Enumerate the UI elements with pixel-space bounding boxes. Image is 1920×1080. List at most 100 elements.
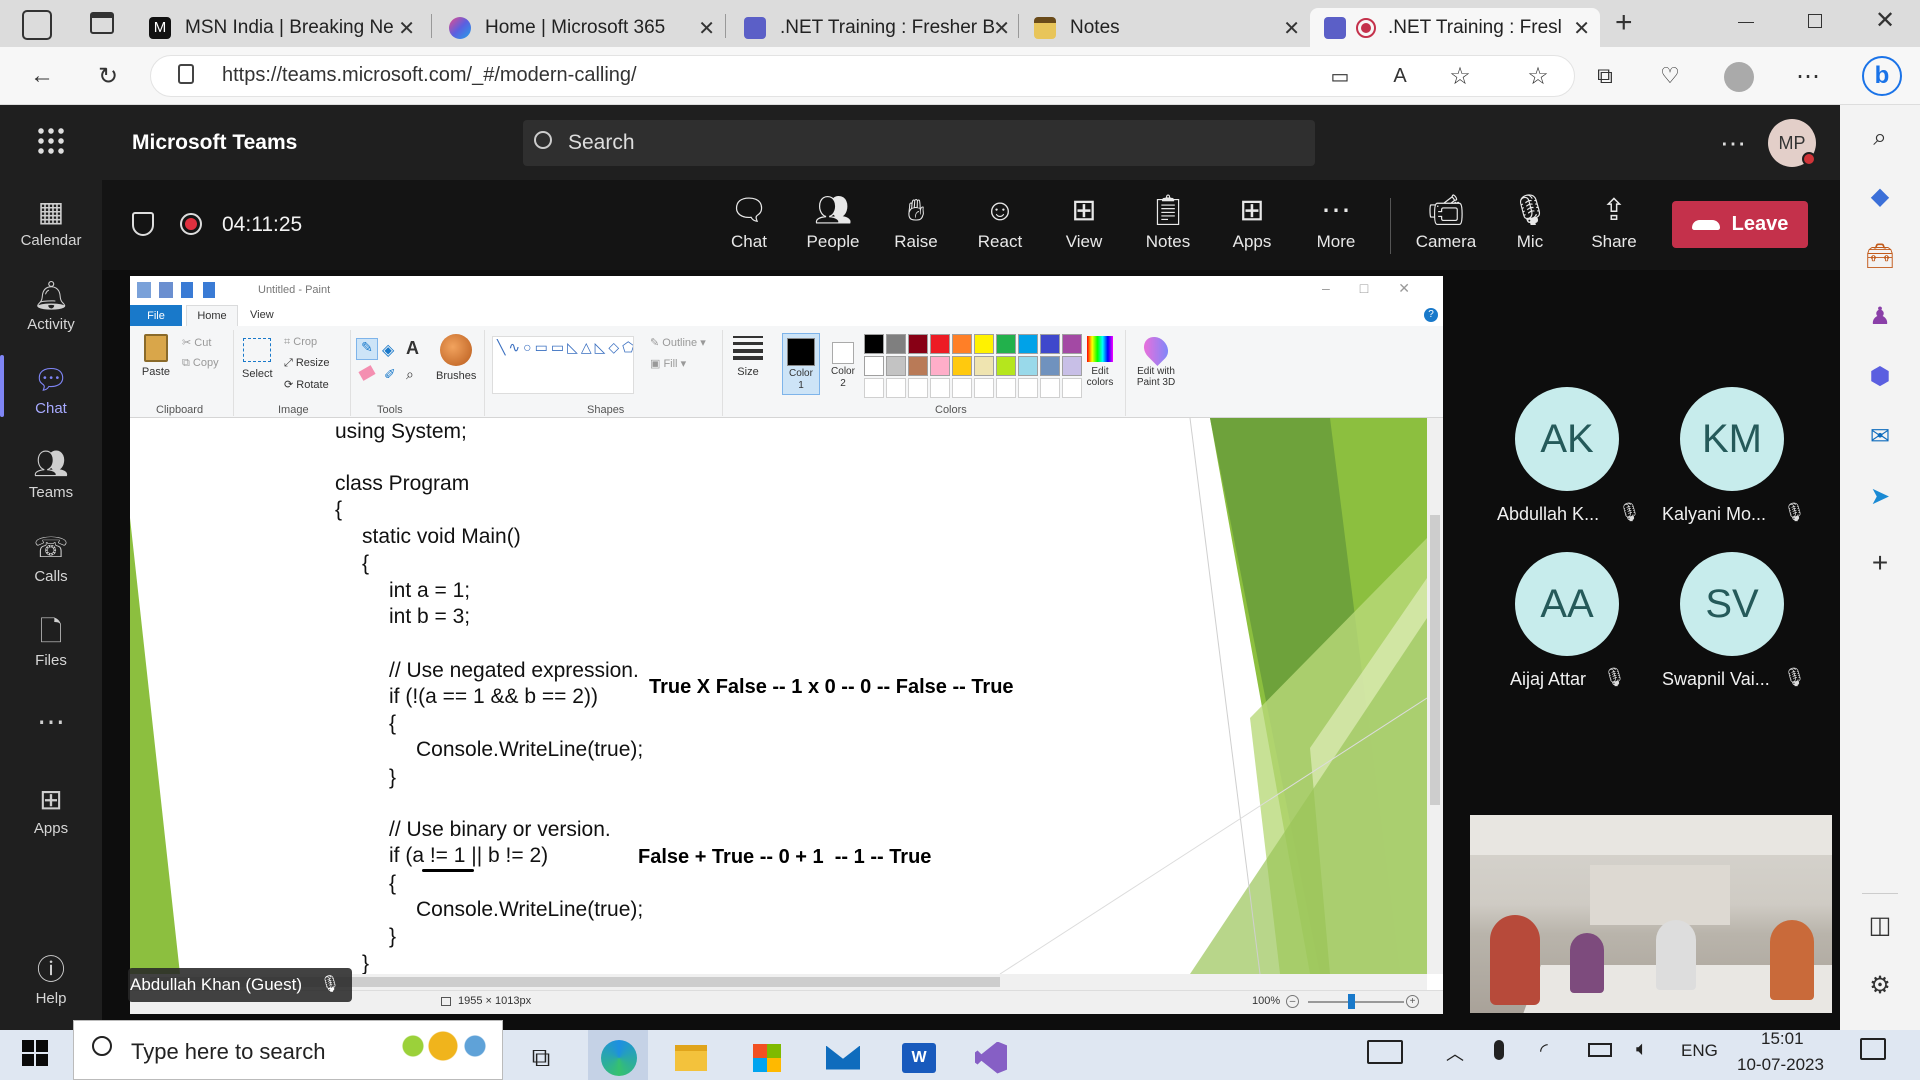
- pencil-icon[interactable]: ✎: [356, 338, 378, 360]
- rail-item-calls[interactable]: ☏ Calls: [0, 516, 102, 600]
- color-swatch[interactable]: [1062, 334, 1082, 354]
- camera-blocked-icon[interactable]: ▭: [1320, 56, 1360, 96]
- edit-colors-button[interactable]: Edit colors: [1082, 336, 1118, 388]
- color-picker-icon[interactable]: ✐: [384, 366, 396, 383]
- empty-swatch[interactable]: [1018, 378, 1038, 398]
- color-swatch[interactable]: [952, 356, 972, 376]
- shopping-tag-icon[interactable]: ◆: [1860, 176, 1900, 216]
- workspaces-icon[interactable]: [22, 10, 52, 40]
- clock-date[interactable]: 10-07-2023: [1737, 1055, 1824, 1075]
- people-button[interactable]: 👥︎ People: [793, 190, 873, 270]
- new-tab-icon[interactable]: +: [1615, 6, 1633, 40]
- rail-item-chat[interactable]: 💬︎ Chat: [0, 348, 102, 432]
- close-icon[interactable]: ✕: [1573, 16, 1590, 41]
- empty-swatch[interactable]: [886, 378, 906, 398]
- more-button[interactable]: ⋯ More: [1296, 190, 1376, 270]
- rotate-button[interactable]: ⟳ Rotate: [284, 378, 329, 391]
- rail-item-help[interactable]: ⓘ Help: [0, 938, 102, 1022]
- paint-view-tab[interactable]: View: [250, 309, 274, 321]
- m365-icon[interactable]: ⬢: [1860, 356, 1900, 396]
- empty-swatch[interactable]: [908, 378, 928, 398]
- avatar[interactable]: SV: [1680, 552, 1784, 656]
- cut-button[interactable]: ✂ Cut: [182, 336, 211, 349]
- search-icon[interactable]: ⌕: [1860, 118, 1900, 158]
- paste-button[interactable]: Paste: [141, 334, 171, 384]
- color-swatch[interactable]: [996, 356, 1016, 376]
- color-swatch[interactable]: [974, 334, 994, 354]
- paint3d-button[interactable]: Edit with Paint 3D: [1130, 332, 1182, 388]
- color-swatch[interactable]: [1018, 356, 1038, 376]
- color-swatch[interactable]: [930, 334, 950, 354]
- empty-swatch[interactable]: [1040, 378, 1060, 398]
- mic-button[interactable]: 🎙︎ Mic: [1490, 190, 1570, 270]
- color-swatch[interactable]: [864, 356, 884, 376]
- zoom-in-icon[interactable]: +: [1406, 995, 1419, 1008]
- raise-hand-button[interactable]: ✋︎ Raise: [876, 190, 956, 270]
- color-swatch[interactable]: [886, 356, 906, 376]
- favorites-icon[interactable]: ☆: [1518, 56, 1558, 96]
- tab-msn[interactable]: M MSN India | Breaking Ne ✕: [135, 8, 425, 47]
- text-icon[interactable]: A: [406, 338, 419, 359]
- color1-button[interactable]: Color 1: [782, 333, 820, 395]
- mail-icon[interactable]: [818, 1035, 868, 1080]
- paint-canvas[interactable]: using System; class Program { static voi…: [130, 418, 1427, 974]
- add-icon[interactable]: +: [1860, 543, 1900, 583]
- battery-icon[interactable]: [1588, 1043, 1612, 1057]
- clock-time[interactable]: 15:01: [1761, 1029, 1804, 1049]
- empty-swatch[interactable]: [974, 378, 994, 398]
- rail-item-calendar[interactable]: ▦ Calendar: [0, 180, 102, 264]
- help-icon[interactable]: ?: [1424, 308, 1438, 322]
- zoom-slider[interactable]: [1308, 1001, 1404, 1003]
- empty-swatch[interactable]: [930, 378, 950, 398]
- color-swatch[interactable]: [864, 334, 884, 354]
- outline-dropdown[interactable]: ✎ Outline ▾: [650, 336, 706, 349]
- rail-item-files[interactable]: 🗋 Files: [0, 600, 102, 684]
- empty-swatch[interactable]: [996, 378, 1016, 398]
- color-swatch[interactable]: [996, 334, 1016, 354]
- refresh-icon[interactable]: ↻: [88, 56, 128, 96]
- microphone-icon[interactable]: [1494, 1040, 1504, 1060]
- crop-button[interactable]: ⌗ Crop: [284, 336, 317, 349]
- size-button[interactable]: Size: [733, 336, 763, 378]
- avatar[interactable]: AA: [1515, 552, 1619, 656]
- close-icon[interactable]: ✕: [1283, 16, 1300, 41]
- tab-notes[interactable]: Notes ✕: [1020, 8, 1310, 47]
- color-swatch[interactable]: [1062, 356, 1082, 376]
- more-options-icon[interactable]: ⋯: [1720, 128, 1746, 159]
- wifi-icon[interactable]: ◜: [1540, 1038, 1548, 1063]
- color-swatch[interactable]: [930, 356, 950, 376]
- url-text[interactable]: https://teams.microsoft.com/_#/modern-ca…: [222, 64, 637, 87]
- chevron-up-icon[interactable]: ︿: [1446, 1040, 1464, 1066]
- file-explorer-icon[interactable]: [666, 1035, 716, 1080]
- magnifier-icon[interactable]: ⌕: [406, 366, 414, 383]
- tab-net-training-active[interactable]: .NET Training : Fresl ✕: [1310, 8, 1600, 47]
- color-swatch[interactable]: [1040, 334, 1060, 354]
- games-icon[interactable]: ♟: [1860, 296, 1900, 336]
- color-swatch[interactable]: [952, 334, 972, 354]
- view-button[interactable]: ⊞ View: [1044, 190, 1124, 270]
- shapes-gallery[interactable]: ╲∿○▭▭◺△◺◇⬠⬡⇨⇦⇧⇩✧☆✡▭◯◯: [492, 336, 634, 394]
- leave-button[interactable]: Leave: [1672, 201, 1808, 248]
- edge-icon[interactable]: [594, 1035, 644, 1080]
- vertical-scrollbar-thumb[interactable]: [1430, 515, 1440, 805]
- split-screen-icon[interactable]: ◫: [1860, 905, 1900, 945]
- notes-button[interactable]: 📋︎ Notes: [1128, 190, 1208, 270]
- copy-button[interactable]: ⧉ Copy: [182, 357, 219, 370]
- more-icon[interactable]: ⋯: [1788, 56, 1828, 96]
- rail-more[interactable]: ⋯: [0, 684, 102, 764]
- profile-icon[interactable]: [1724, 62, 1754, 92]
- chat-button[interactable]: 🗨︎ Chat: [709, 190, 789, 270]
- color2-button[interactable]: Color 2: [826, 338, 860, 390]
- color-swatch[interactable]: [886, 334, 906, 354]
- outlook-icon[interactable]: ✉: [1860, 416, 1900, 456]
- word-icon[interactable]: W: [894, 1035, 944, 1080]
- color-swatch[interactable]: [908, 334, 928, 354]
- tab-m365[interactable]: Home | Microsoft 365 ✕: [435, 8, 725, 47]
- camera-button[interactable]: 📹︎ Camera: [1406, 190, 1486, 270]
- share-button[interactable]: ⇪ Share: [1574, 190, 1654, 270]
- minimize-icon[interactable]: [1738, 22, 1754, 23]
- task-view-icon[interactable]: ⧉: [516, 1035, 566, 1080]
- empty-swatch[interactable]: [952, 378, 972, 398]
- microsoft-store-icon[interactable]: [742, 1035, 792, 1080]
- zoom-slider-thumb[interactable]: [1348, 994, 1355, 1009]
